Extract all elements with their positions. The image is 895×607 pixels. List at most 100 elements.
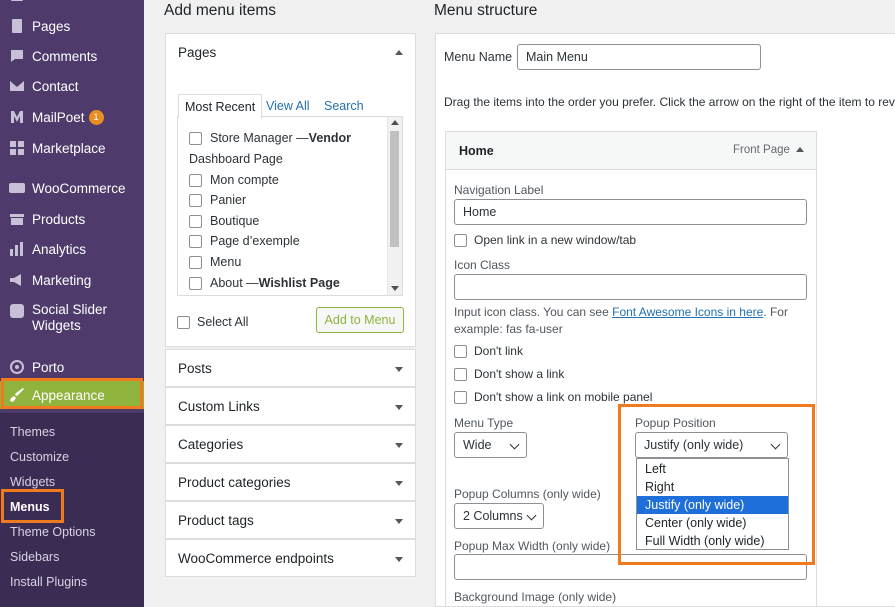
categories-panel[interactable]: Categories <box>165 425 416 463</box>
list-item[interactable]: Store Manager — Vendor <box>189 131 351 145</box>
woocommerce-endpoints-panel[interactable]: WooCommerce endpoints <box>165 539 416 577</box>
sidebar-item-contact[interactable]: Contact <box>0 72 144 100</box>
open-new-window-checkbox[interactable] <box>454 233 467 247</box>
list-item-label: Page d’exemple <box>210 234 300 248</box>
popup-columns-value: 2 Columns <box>463 509 523 523</box>
checkbox[interactable] <box>189 214 202 228</box>
notification-badge: 1 <box>88 109 104 125</box>
submenu-item-widgets[interactable]: Widgets <box>10 475 55 489</box>
dont-show-mobile-row[interactable]: Don't show a link on mobile panel <box>454 390 652 404</box>
product-categories-panel[interactable]: Product categories <box>165 463 416 501</box>
option-justify[interactable]: Justify (only wide) <box>637 496 788 514</box>
checkbox[interactable] <box>189 173 202 187</box>
posts-panel[interactable]: Posts <box>165 349 416 387</box>
menu-name-input[interactable]: Main Menu <box>517 44 761 70</box>
scroll-thumb[interactable] <box>390 131 399 247</box>
tab-search[interactable]: Search <box>324 99 364 113</box>
collapse-arrow-icon[interactable] <box>796 147 804 152</box>
sidebar-item-mailpoet[interactable]: MailPoet 1 <box>0 103 144 131</box>
submenu-item-menus[interactable]: Menus <box>10 500 50 514</box>
navigation-label-input[interactable]: Home <box>454 199 807 225</box>
product-tags-panel[interactable]: Product tags <box>165 501 416 539</box>
scroll-up-arrow-icon[interactable] <box>391 120 399 125</box>
popup-max-width-input[interactable] <box>454 554 807 580</box>
sidebar-item-label: WooCommerce <box>32 180 126 196</box>
checkbox[interactable] <box>189 276 202 290</box>
font-awesome-link[interactable]: Font Awesome Icons in here <box>612 305 763 319</box>
option-left[interactable]: Left <box>637 460 788 478</box>
list-item[interactable]: Panier <box>189 193 246 207</box>
help-text: example: fas fa-user <box>454 322 563 336</box>
appearance-submenu: Themes Customize Widgets Menus Theme Opt… <box>0 413 144 607</box>
submenu-item-customize[interactable]: Customize <box>10 450 69 464</box>
sidebar-item-woocommerce[interactable]: WooCommerce <box>0 174 144 202</box>
sidebar-item-marketplace[interactable]: Marketplace <box>0 134 144 162</box>
tab-most-recent[interactable]: Most Recent <box>178 94 263 119</box>
checkbox[interactable] <box>189 255 202 269</box>
submenu-item-themes[interactable]: Themes <box>10 425 55 439</box>
list-item[interactable]: Menu <box>189 255 241 269</box>
select-all-row[interactable]: Select All <box>177 315 248 329</box>
tab-view-all[interactable]: View All <box>266 99 310 113</box>
sidebar-item-label: Comments <box>32 48 98 64</box>
checkbox[interactable] <box>189 193 202 207</box>
help-text: Input icon class. You can see <box>454 305 613 319</box>
popup-columns-label: Popup Columns (only wide) <box>454 487 601 501</box>
submenu-item-install-plugins[interactable]: Install Plugins <box>10 575 87 589</box>
dont-link-checkbox[interactable] <box>454 344 467 358</box>
sidebar-item-top-cut[interactable] <box>0 0 144 8</box>
dont-show-link-checkbox[interactable] <box>454 367 467 381</box>
dont-show-mobile-checkbox[interactable] <box>454 390 467 404</box>
add-to-menu-button[interactable]: Add to Menu <box>316 307 404 333</box>
popup-position-label: Popup Position <box>635 416 716 430</box>
sidebar-item-marketing[interactable]: Marketing <box>0 266 144 294</box>
popup-columns-select[interactable]: 2 Columns <box>454 503 544 529</box>
submenu-item-theme-options[interactable]: Theme Options <box>10 525 95 539</box>
list-item[interactable]: About — Wishlist Page <box>189 276 340 290</box>
option-right[interactable]: Right <box>637 478 788 496</box>
collapse-arrow-icon[interactable] <box>395 50 403 55</box>
list-item-label: Dashboard Page <box>189 152 283 166</box>
dont-link-row[interactable]: Don't link <box>454 344 523 358</box>
help-text: . For <box>763 305 788 319</box>
sidebar-item-social-slider[interactable]: Social Slider Widgets <box>0 300 144 340</box>
select-all-checkbox[interactable] <box>177 315 190 329</box>
checkbox[interactable] <box>189 234 202 248</box>
sidebar-item-analytics[interactable]: Analytics <box>0 235 144 263</box>
list-item[interactable]: Page d’exemple <box>189 234 300 248</box>
open-new-window-row[interactable]: Open link in a new window/tab <box>454 233 636 247</box>
sidebar-item-comments[interactable]: Comments <box>0 42 144 70</box>
sidebar-item-products[interactable]: Products <box>0 205 144 233</box>
icon-class-input[interactable] <box>454 274 807 300</box>
checkbox[interactable] <box>189 131 202 145</box>
expand-arrow-icon[interactable] <box>395 481 403 486</box>
list-item[interactable]: Boutique <box>189 214 259 228</box>
expand-arrow-icon[interactable] <box>395 519 403 524</box>
scroll-down-arrow-icon[interactable] <box>391 286 399 291</box>
custom-links-panel[interactable]: Custom Links <box>165 387 416 425</box>
list-scrollbar[interactable] <box>387 117 402 295</box>
menu-type-select[interactable]: Wide <box>454 432 527 458</box>
sidebar-item-label: Pages <box>32 18 71 34</box>
sidebar-item-appearance[interactable]: Appearance <box>0 381 144 409</box>
expand-arrow-icon[interactable] <box>395 367 403 372</box>
sidebar-item-porto[interactable]: Porto <box>0 353 144 381</box>
dont-show-link-label: Don't show a link <box>474 367 565 381</box>
dont-show-link-row[interactable]: Don't show a link <box>454 367 564 381</box>
add-menu-items-heading: Add menu items <box>164 2 276 19</box>
list-item-bold: Wishlist Page <box>258 276 340 290</box>
popup-position-select[interactable]: Justify (only wide) <box>635 432 788 458</box>
sidebar-item-pages[interactable]: Pages <box>0 12 144 40</box>
expand-arrow-icon[interactable] <box>395 443 403 448</box>
menu-type-label: Menu Type <box>454 416 514 430</box>
option-center[interactable]: Center (only wide) <box>637 514 788 532</box>
submenu-item-sidebars[interactable]: Sidebars <box>10 550 59 564</box>
sidebar-item-label: Appearance <box>32 387 105 403</box>
expand-arrow-icon[interactable] <box>395 557 403 562</box>
pages-panel-title[interactable]: Pages <box>178 45 216 60</box>
popup-max-width-label: Popup Max Width (only wide) <box>454 539 611 553</box>
option-full-width[interactable]: Full Width (only wide) <box>637 532 788 550</box>
menu-item-header[interactable]: Home Front Page <box>446 132 816 170</box>
list-item[interactable]: Mon compte <box>189 173 279 187</box>
expand-arrow-icon[interactable] <box>395 405 403 410</box>
